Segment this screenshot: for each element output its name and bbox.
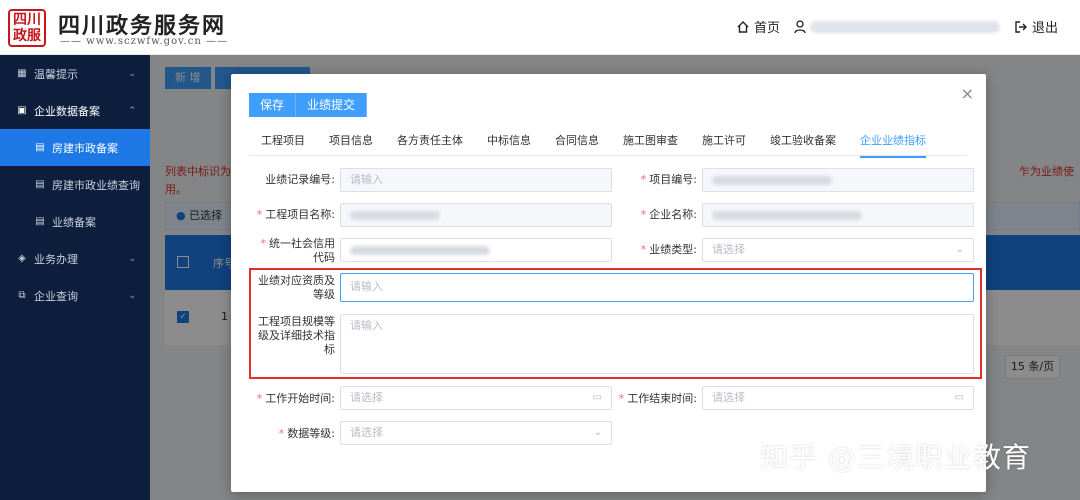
perf-type-select[interactable]: 请选择 ⌄: [702, 238, 974, 262]
sidebar-item-label: 企业数据备案: [34, 104, 100, 118]
tab-responsible-parties[interactable]: 各方责任主体: [385, 130, 475, 155]
sidebar-item-label: 房建市政备案: [52, 141, 118, 155]
submit-performance-button[interactable]: 业绩提交: [296, 93, 368, 117]
performance-dialog: × 保存 业绩提交 工程项目 项目信息 各方责任主体 中标信息 合同信息 施工图…: [231, 74, 986, 492]
sidebar-item-tips[interactable]: ▦ 温馨提示 ⌄: [0, 55, 150, 92]
user-icon: [794, 19, 806, 33]
home-link[interactable]: 首页: [736, 17, 780, 36]
doc-icon: ▤: [35, 216, 45, 227]
scale-textarea[interactable]: 请输入: [340, 314, 974, 374]
top-header: 四 川 政 服 四川政务服务网 —— www.sczwfw.gov.cn —— …: [0, 0, 1080, 55]
chevron-up-icon: ⌃: [128, 105, 136, 116]
logout-link[interactable]: 退出: [1014, 17, 1058, 36]
logo-seal: 四 川 政 服: [8, 9, 46, 47]
logout-icon: [1015, 20, 1027, 33]
external-icon: ⧉: [18, 290, 26, 301]
blurred-value: [350, 245, 490, 255]
chevron-down-icon: ⌄: [128, 290, 136, 301]
close-icon[interactable]: ×: [961, 84, 974, 103]
perf-type-label: * 业绩类型:: [640, 243, 697, 256]
user-name-blurred: [809, 20, 1000, 33]
start-time-label: * 工作开始时间:: [256, 392, 335, 405]
calendar-icon: ▭: [954, 392, 964, 403]
required-mark: *: [256, 392, 263, 405]
record-no-input[interactable]: 请输入: [340, 168, 612, 192]
end-time-picker[interactable]: 请选择 ▭: [702, 386, 974, 410]
project-no-input[interactable]: [702, 168, 974, 192]
logo-char: 川: [27, 12, 41, 28]
project-name-input[interactable]: [340, 203, 612, 227]
required-mark: *: [640, 208, 647, 221]
chevron-down-icon: ⌄: [955, 244, 964, 255]
company-name-label: * 企业名称:: [640, 208, 697, 221]
home-label: 首页: [753, 21, 780, 36]
save-button[interactable]: 保存: [249, 93, 297, 117]
tab-drawing-review[interactable]: 施工图审查: [611, 130, 690, 155]
qualification-label: 业绩对应资质及 等级: [258, 274, 335, 301]
blurred-value: [712, 175, 832, 185]
required-mark: *: [260, 237, 267, 250]
chevron-down-icon: ⌄: [593, 427, 602, 438]
user-account[interactable]: [794, 19, 1000, 34]
logo-char: 政: [13, 28, 27, 44]
chevron-down-icon: ⌄: [128, 253, 136, 264]
tab-completion-record[interactable]: 竣工验收备案: [758, 130, 848, 155]
home-icon: [737, 20, 749, 33]
sidebar-item-label: 温馨提示: [34, 67, 78, 81]
logo-char: 服: [27, 28, 41, 44]
layers-icon: ◈: [18, 253, 26, 264]
project-name-label: * 工程项目名称:: [256, 208, 335, 221]
sidebar-item-business[interactable]: ◈ 业务办理 ⌄: [0, 240, 150, 277]
sidebar-item-building-record[interactable]: ▤ 房建市政备案: [0, 129, 150, 166]
end-time-label: * 工作结束时间:: [618, 392, 697, 405]
sidebar-item-enterprise-record[interactable]: ▣ 企业数据备案 ⌃: [0, 92, 150, 129]
blurred-value: [712, 210, 862, 220]
chevron-down-icon: ⌄: [128, 68, 136, 79]
sidebar-item-building-query[interactable]: ▤ 房建市政业绩查询: [0, 166, 150, 203]
tab-bid-info[interactable]: 中标信息: [475, 130, 543, 155]
tab-contract-info[interactable]: 合同信息: [543, 130, 611, 155]
doc-icon: ▤: [35, 179, 45, 190]
qualification-input[interactable]: 请输入: [340, 273, 974, 302]
data-level-label: * 数据等级:: [278, 427, 335, 440]
company-name-input[interactable]: [702, 203, 974, 227]
calendar-icon: ▭: [592, 392, 602, 403]
project-no-label: * 项目编号:: [640, 173, 697, 186]
required-mark: *: [640, 243, 647, 256]
sidebar-item-label: 业务办理: [34, 252, 78, 266]
logo-char: 四: [13, 12, 27, 28]
logout-label: 退出: [1031, 21, 1058, 36]
doc-icon: ▤: [35, 142, 45, 153]
site-url: —— www.sczwfw.gov.cn ——: [60, 36, 228, 47]
watermark: 知乎 @三境职业教育: [760, 441, 1031, 474]
sidebar-item-label: 房建市政业绩查询: [52, 178, 140, 192]
record-no-label: 业绩记录编号:: [265, 173, 335, 186]
tab-construction-permit[interactable]: 施工许可: [690, 130, 758, 155]
sidebar: ▦ 温馨提示 ⌄ ▣ 企业数据备案 ⌃ ▤ 房建市政备案 ▤ 房建市政业绩查询 …: [0, 55, 150, 500]
tab-project[interactable]: 工程项目: [249, 130, 317, 155]
start-time-picker[interactable]: 请选择 ▭: [340, 386, 612, 410]
data-level-select[interactable]: 请选择 ⌄: [340, 421, 612, 445]
scale-label: 工程项目规模等 级及详细技术指 标: [258, 315, 335, 356]
book-icon: ▣: [17, 105, 27, 116]
sidebar-item-performance[interactable]: ▤ 业绩备案: [0, 203, 150, 240]
sidebar-item-label: 企业查询: [34, 289, 78, 303]
tab-performance-index[interactable]: 企业业绩指标: [848, 130, 938, 158]
blurred-value: [350, 210, 440, 220]
required-mark: *: [618, 392, 625, 405]
sidebar-item-query[interactable]: ⧉ 企业查询 ⌄: [0, 277, 150, 314]
required-mark: *: [278, 427, 285, 440]
grid-icon: ▦: [17, 68, 27, 79]
credit-code-input[interactable]: [340, 238, 612, 262]
required-mark: *: [640, 173, 647, 186]
credit-code-label: * 统一社会信用 代码: [260, 237, 336, 264]
tab-project-info[interactable]: 项目信息: [317, 130, 385, 155]
required-mark: *: [256, 208, 263, 221]
tab-bar: 工程项目 项目信息 各方责任主体 中标信息 合同信息 施工图审查 施工许可 竣工…: [249, 130, 967, 158]
sidebar-item-label: 业绩备案: [52, 215, 96, 229]
